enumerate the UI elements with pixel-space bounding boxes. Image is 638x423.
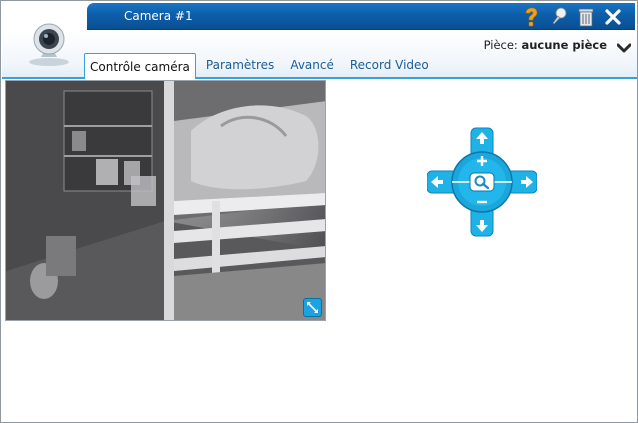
chevron-down-icon[interactable] [616,39,632,53]
tab-record-video[interactable]: Record Video [344,53,435,77]
tab-camera-control[interactable]: Contrôle caméra [84,53,196,79]
window-title: Camera #1 [124,9,193,23]
pin-icon[interactable] [548,6,570,28]
arrow-left-icon[interactable] [427,171,447,193]
tab-label: Contrôle caméra [90,59,190,74]
camera-window: Camera #1 Pièce: aucune pièce Contrôle c… [0,0,638,423]
tab-bar: Contrôle caméra Paramètres Avancé Record… [84,53,439,79]
tab-label: Paramètres [205,58,275,72]
arrow-right-icon[interactable] [517,171,537,193]
webcam-icon [23,21,75,67]
magnifier-icon[interactable] [469,172,495,192]
room-value: aucune pièce [521,38,607,52]
tab-label: Avancé [290,58,334,72]
arrow-down-icon[interactable] [471,216,493,236]
question-mark-icon[interactable] [520,6,542,28]
camera-video-feed[interactable] [5,80,326,321]
arrow-up-icon[interactable] [471,128,493,148]
close-icon[interactable] [602,6,624,28]
zoom-out-icon[interactable] [472,194,492,208]
room-label: Pièce: [483,38,518,52]
tab-advanced[interactable]: Avancé [284,53,340,77]
tab-settings[interactable]: Paramètres [200,53,280,77]
expand-icon[interactable] [303,298,322,317]
room-selector[interactable]: Pièce: aucune pièce [484,38,607,52]
title-bar[interactable]: Camera #1 [87,3,635,30]
ptz-control-pad [427,126,537,238]
tab-label: Record Video [349,58,429,72]
trash-icon[interactable] [575,6,597,28]
zoom-in-icon[interactable] [472,153,492,169]
